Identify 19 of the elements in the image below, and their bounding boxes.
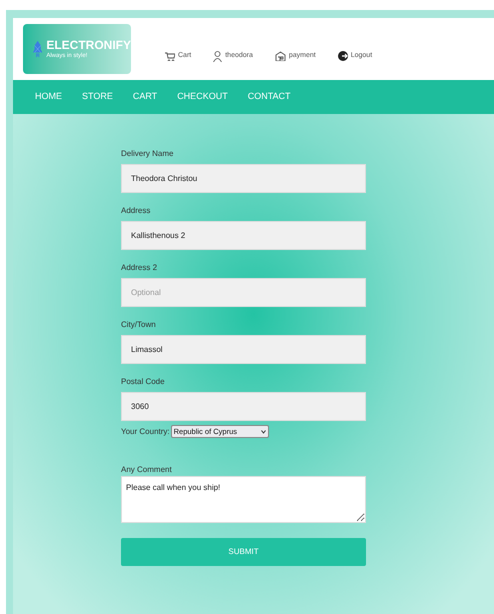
field-label: Your Country:: [121, 426, 170, 438]
logout-icon: [338, 51, 348, 61]
field-label: Any Comment: [121, 464, 173, 476]
field-label: Delivery Name: [121, 148, 174, 160]
text-field[interactable]: 3060: [121, 392, 366, 421]
building-icon: [274, 51, 286, 61]
text-field[interactable]: Theodora Christou: [121, 164, 366, 193]
user-icon: [213, 50, 222, 62]
comment-field[interactable]: Please call when you ship!: [121, 476, 366, 523]
field-label: Address: [121, 205, 152, 217]
field-label: City/Town: [121, 319, 157, 331]
text-field[interactable]: Limassol: [121, 335, 366, 364]
text-field[interactable]: Kallisthenous 2: [121, 221, 366, 250]
field-label: Address 2: [121, 262, 158, 274]
field-label: Postal Code: [121, 376, 166, 388]
text-field[interactable]: Optional: [121, 278, 366, 307]
chevron-icon: [260, 430, 266, 434]
cart-icon: [165, 52, 175, 60]
brand-name: ELECTRONIFY: [46, 38, 131, 52]
